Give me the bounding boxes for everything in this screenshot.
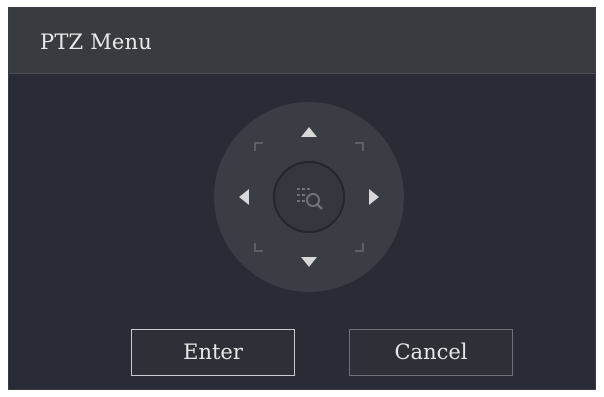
arrow-down-left-icon[interactable] [254, 242, 264, 252]
arrow-down-right-icon[interactable] [354, 242, 364, 252]
dialog-titlebar: PTZ Menu [9, 8, 595, 74]
ptz-menu-dialog: PTZ Menu Enter Cancel [8, 7, 596, 390]
arrow-left-icon[interactable] [238, 188, 250, 206]
arrow-up-icon[interactable] [300, 126, 318, 138]
ptz-control-ring [214, 102, 404, 292]
menu-search-icon [297, 188, 323, 210]
arrow-up-left-icon[interactable] [254, 142, 264, 152]
arrow-right-icon[interactable] [368, 188, 380, 206]
ptz-center-button[interactable] [273, 161, 345, 233]
cancel-button[interactable]: Cancel [349, 329, 513, 376]
enter-button[interactable]: Enter [131, 329, 295, 376]
arrow-up-right-icon[interactable] [354, 142, 364, 152]
dialog-body: Enter Cancel [9, 74, 595, 389]
dialog-title: PTZ Menu [40, 30, 152, 54]
arrow-down-icon[interactable] [300, 256, 318, 268]
